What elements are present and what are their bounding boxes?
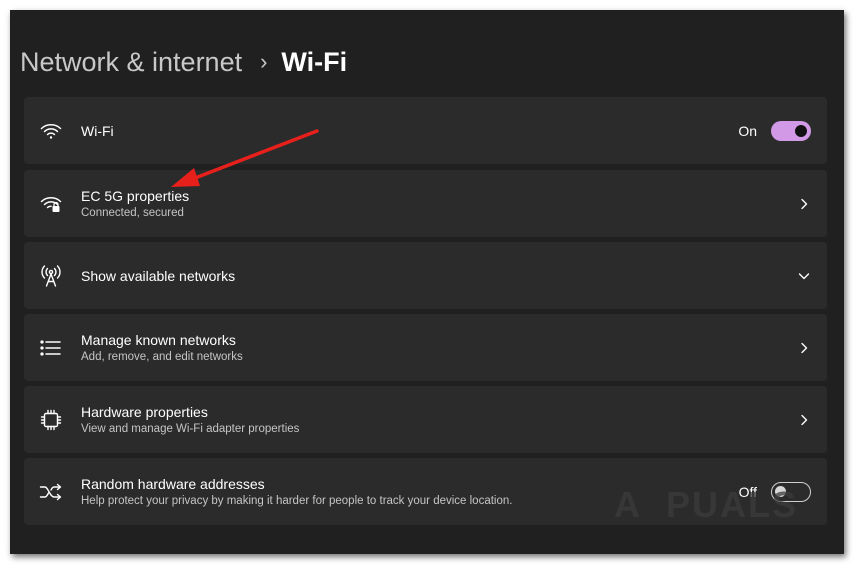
wifi-icon	[38, 118, 64, 144]
wifi-label: Wi-Fi	[81, 122, 114, 139]
random-hardware-addresses-description: Help protect your privacy by making it h…	[81, 494, 513, 507]
wifi-secured-icon	[38, 191, 64, 217]
hardware-properties-description: View and manage Wi-Fi adapter properties	[81, 422, 300, 435]
manage-known-networks-label: Manage known networks	[81, 331, 236, 348]
random-addresses-state-label: Off	[738, 483, 757, 500]
chip-icon	[38, 407, 64, 433]
manage-known-networks-description: Add, remove, and edit networks	[81, 350, 243, 363]
network-status: Connected, secured	[81, 206, 184, 219]
breadcrumb-parent[interactable]: Network & internet	[20, 47, 242, 78]
breadcrumb-separator-icon: ›	[260, 49, 268, 74]
random-hardware-addresses-row[interactable]: Random hardware addresses Help protect y…	[24, 458, 827, 525]
wifi-state-label: On	[738, 122, 757, 139]
network-name: EC 5G properties	[81, 187, 190, 204]
show-available-networks-label: Show available networks	[81, 267, 236, 284]
show-available-networks-row[interactable]: Show available networks	[24, 242, 827, 309]
random-addresses-toggle-switch[interactable]	[771, 481, 811, 502]
toggle-knob	[775, 485, 786, 497]
manage-known-networks-row[interactable]: Manage known networks Add, remove, and e…	[24, 314, 827, 381]
hardware-properties-label: Hardware properties	[81, 403, 208, 420]
wifi-toggle-switch[interactable]	[771, 120, 811, 141]
wifi-toggle-row[interactable]: Wi-Fi On	[24, 97, 827, 164]
hardware-properties-row[interactable]: Hardware properties View and manage Wi-F…	[24, 386, 827, 453]
chevron-down-icon	[798, 272, 810, 279]
chevron-right-icon	[801, 198, 808, 209]
toggle-knob	[795, 124, 807, 137]
shuffle-icon	[38, 479, 64, 505]
random-hardware-addresses-label: Random hardware addresses	[81, 475, 265, 492]
chevron-right-icon	[801, 342, 808, 353]
breadcrumb: Network & internet › Wi-Fi	[20, 42, 347, 82]
list-icon	[38, 335, 64, 361]
settings-window: Network & internet › Wi-Fi Wi-Fi On EC 5…	[10, 10, 844, 554]
page-title: Wi-Fi	[281, 46, 348, 77]
antenna-icon	[38, 263, 64, 289]
network-properties-row[interactable]: EC 5G properties Connected, secured	[24, 170, 827, 237]
chevron-right-icon	[801, 414, 808, 425]
